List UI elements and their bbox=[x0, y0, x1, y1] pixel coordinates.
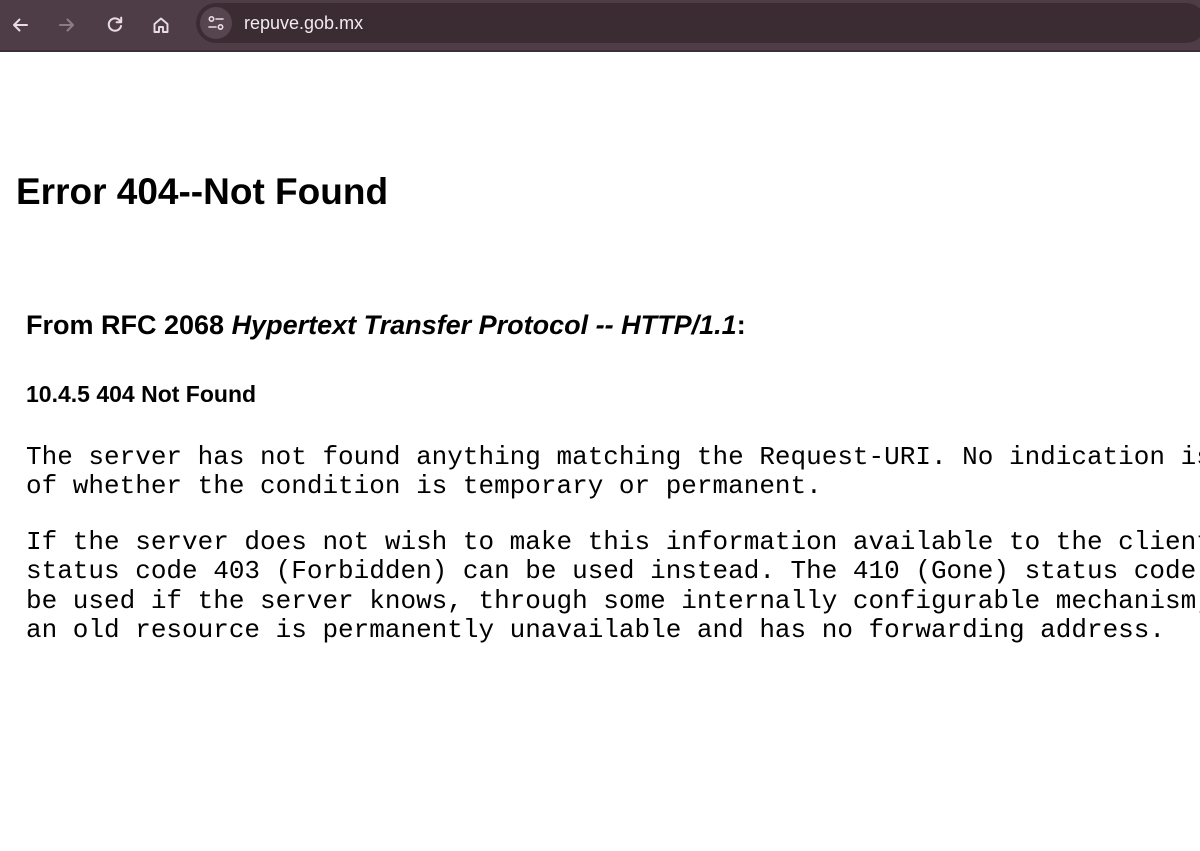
reload-button[interactable] bbox=[99, 9, 131, 41]
rfc-heading-suffix: : bbox=[736, 310, 746, 340]
paragraph-not-found: The server has not found anything matchi… bbox=[26, 442, 1200, 502]
back-button[interactable] bbox=[4, 9, 36, 41]
forward-button[interactable] bbox=[51, 9, 83, 41]
error-title: Error 404--Not Found bbox=[16, 171, 389, 212]
section-heading: 10.4.5 404 Not Found bbox=[26, 381, 257, 407]
paragraph-forbidden-gone: If the server does not wish to make this… bbox=[26, 527, 1200, 645]
arrow-left-icon bbox=[13, 18, 28, 32]
browser-toolbar: repuve.gob.mx bbox=[0, 0, 1200, 52]
url-text[interactable]: repuve.gob.mx bbox=[244, 13, 363, 34]
reload-icon bbox=[107, 16, 123, 32]
rfc-heading-prefix: From RFC 2068 bbox=[26, 310, 232, 340]
arrow-right-icon bbox=[59, 18, 74, 32]
home-button[interactable] bbox=[145, 9, 177, 41]
rfc-heading-title: Hypertext Transfer Protocol -- HTTP/1.1 bbox=[231, 310, 737, 340]
tune-icon bbox=[208, 15, 224, 31]
rfc-heading: From RFC 2068 Hypertext Transfer Protoco… bbox=[26, 308, 746, 342]
site-info-button[interactable] bbox=[200, 7, 232, 39]
home-icon bbox=[153, 17, 169, 33]
address-bar[interactable]: repuve.gob.mx bbox=[196, 3, 1200, 43]
page-content: Error 404--Not Found From RFC 2068 Hyper… bbox=[0, 54, 1200, 851]
